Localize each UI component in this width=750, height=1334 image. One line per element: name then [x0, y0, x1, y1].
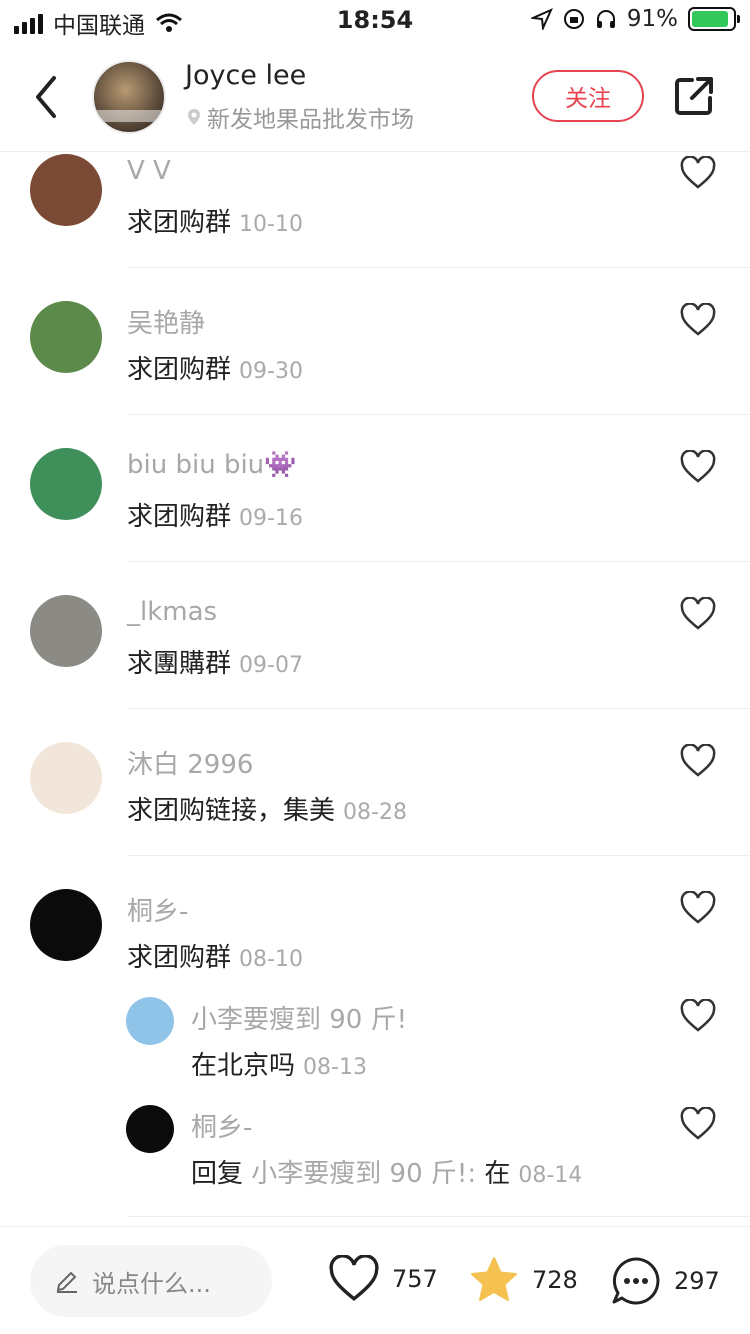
comment-item[interactable]: 吴艳静 求团购群 09-30 — [0, 299, 750, 446]
share-icon[interactable] — [672, 74, 716, 118]
commenter-avatar[interactable] — [30, 889, 102, 961]
comment-body: 求团购群 — [127, 355, 232, 385]
divider — [127, 855, 750, 856]
commenter-name[interactable]: V V — [127, 156, 171, 186]
headphones-icon — [596, 10, 615, 28]
location[interactable]: 新发地果品批发市场 — [185, 100, 414, 134]
commenter-avatar[interactable] — [30, 301, 102, 373]
comment-date: 09-30 — [239, 359, 303, 384]
comment-item[interactable]: 沐白 2996 求团购链接，集美 08-28 — [0, 740, 750, 887]
comment-date: 09-16 — [239, 506, 303, 531]
reply-date: 08-14 — [518, 1163, 583, 1188]
pencil-icon — [56, 1271, 77, 1293]
comment-item[interactable]: 桐乡- 求团购群 08-10 小李要瘦到 90 斤! 在北京吗 08-13 桐乡- … — [0, 887, 750, 1217]
favorite-button[interactable]: 728 — [468, 1255, 578, 1305]
divider — [127, 561, 750, 562]
reply-prefix: 回复 — [191, 1159, 244, 1189]
star-icon — [471, 1257, 517, 1301]
reply-item[interactable]: 桐乡- 回复 小李要瘦到 90 斤!: 在 08-14 — [0, 1103, 750, 1217]
heart-icon[interactable] — [680, 744, 716, 778]
reply-text: 在北京吗 08-13 — [191, 1045, 367, 1082]
comment-text: 求团购群 08-10 — [127, 937, 303, 974]
comment-date: 09-07 — [239, 653, 303, 678]
location-arrow-icon — [530, 8, 553, 30]
author-name[interactable]: Joyce lee — [185, 60, 306, 91]
heart-icon[interactable] — [680, 156, 716, 190]
comment-date: 08-10 — [239, 947, 303, 972]
comment-text: 求团购群 09-30 — [127, 349, 303, 386]
commenter-name[interactable]: biu biu biu👾 — [127, 450, 297, 480]
heart-icon[interactable] — [680, 999, 716, 1033]
replier-name[interactable]: 小李要瘦到 90 斤! — [191, 999, 407, 1036]
replier-avatar[interactable] — [126, 997, 174, 1045]
commenter-name[interactable]: 沐白 2996 — [127, 744, 253, 781]
note-header: Joyce lee 新发地果品批发市场 关注 — [0, 44, 750, 152]
heart-icon[interactable] — [680, 450, 716, 484]
reply-to[interactable]: 小李要瘦到 90 斤!: — [251, 1159, 476, 1189]
replier-avatar[interactable] — [126, 1105, 174, 1153]
location-label: 新发地果品批发市场 — [207, 107, 414, 133]
comment-button[interactable]: 297 — [610, 1255, 720, 1307]
divider — [127, 414, 750, 415]
commenter-avatar[interactable] — [30, 448, 102, 520]
heart-icon — [329, 1255, 379, 1301]
heart-icon[interactable] — [680, 597, 716, 631]
commenter-avatar[interactable] — [30, 154, 102, 226]
reply-date: 08-13 — [303, 1055, 367, 1080]
back-icon[interactable] — [26, 72, 66, 122]
reply-item[interactable]: 小李要瘦到 90 斤! 在北京吗 08-13 — [0, 995, 750, 1103]
reply-body: 在 — [484, 1159, 511, 1189]
comment-body: 求團購群 — [127, 649, 232, 679]
comment-date: 08-28 — [343, 800, 407, 825]
comment-text: 求团购群 10-10 — [127, 202, 303, 239]
comment-body: 求团购群 — [127, 502, 232, 532]
like-button[interactable]: 757 — [328, 1255, 438, 1303]
follow-button[interactable]: 关注 — [532, 70, 644, 122]
comment-body: 求团购链接，集美 — [127, 796, 336, 826]
comment-input[interactable]: 说点什么... — [30, 1245, 272, 1317]
divider — [127, 1216, 750, 1217]
like-count: 757 — [392, 1265, 438, 1293]
commenter-name[interactable]: 吴艳静 — [127, 303, 205, 340]
comment-text: 求團購群 09-07 — [127, 643, 303, 680]
location-pin-icon — [188, 109, 200, 125]
comment-item[interactable]: _lkmas 求團購群 09-07 — [0, 593, 750, 740]
rotation-lock-icon — [563, 9, 584, 29]
comment-item[interactable]: V V 求团购群 10-10 — [0, 152, 750, 299]
comment-input-placeholder: 说点什么... — [92, 1269, 211, 1298]
chat-icon — [612, 1257, 660, 1305]
commenter-avatar[interactable] — [30, 595, 102, 667]
divider — [127, 708, 750, 709]
commenter-avatar[interactable] — [30, 742, 102, 814]
status-bar: 中国联通 18:54 91% — [0, 0, 750, 40]
comment-body: 求团购群 — [127, 943, 232, 973]
battery-percent: 91% — [626, 6, 678, 32]
commenter-name[interactable]: _lkmas — [127, 597, 217, 627]
commenter-name[interactable]: 桐乡- — [127, 891, 188, 928]
bottom-bar: 说点什么... 757 728 297 — [0, 1226, 750, 1334]
reply-text: 回复 小李要瘦到 90 斤!: 在 08-14 — [191, 1153, 582, 1190]
comment-date: 10-10 — [239, 212, 303, 237]
comment-text: 求团购群 09-16 — [127, 496, 303, 533]
comment-count: 297 — [674, 1267, 720, 1295]
status-right: 91% — [530, 6, 740, 32]
replier-name[interactable]: 桐乡- — [191, 1107, 252, 1144]
battery-icon — [688, 7, 740, 31]
divider — [127, 267, 750, 268]
reply-body: 在北京吗 — [191, 1051, 296, 1081]
comment-body: 求团购群 — [127, 208, 232, 238]
comment-text: 求团购链接，集美 08-28 — [127, 790, 407, 827]
favorite-count: 728 — [532, 1266, 578, 1294]
comment-list: V V 求团购群 10-10 吴艳静 求团购群 09-30 biu biu biu👾… — [0, 152, 750, 1226]
heart-icon[interactable] — [680, 303, 716, 337]
heart-icon[interactable] — [680, 891, 716, 925]
comment-item[interactable]: biu biu biu👾 求团购群 09-16 — [0, 446, 750, 593]
author-avatar[interactable] — [92, 60, 166, 134]
heart-icon[interactable] — [680, 1107, 716, 1141]
